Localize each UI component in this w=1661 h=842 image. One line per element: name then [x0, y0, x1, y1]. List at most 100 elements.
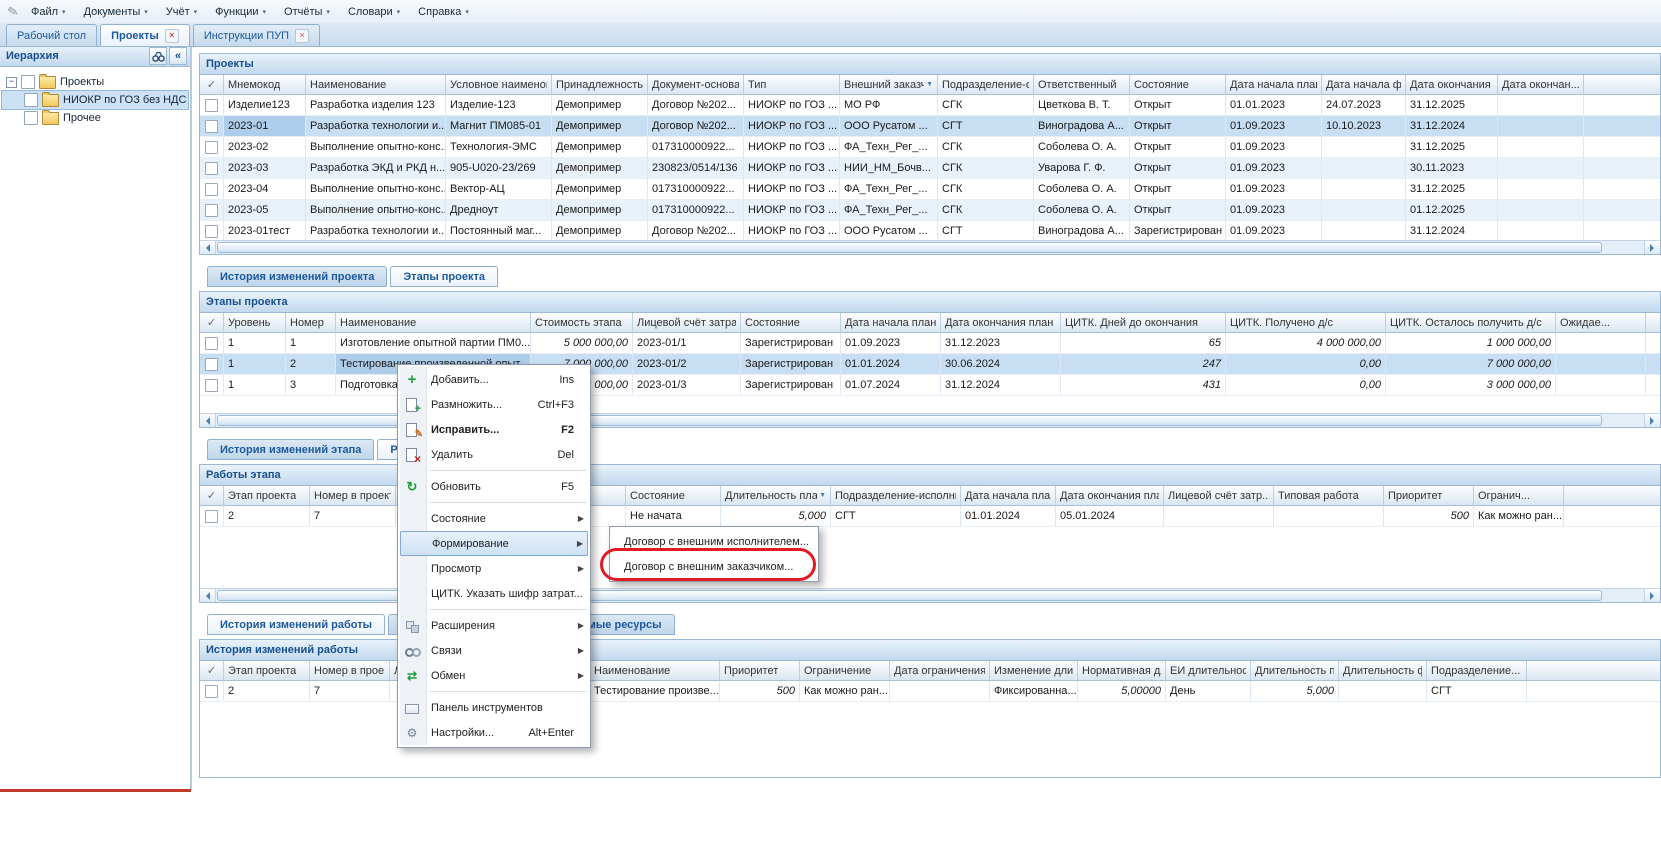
column-header-2[interactable]: Наименование — [336, 313, 531, 333]
window-tab-2[interactable]: Инструкции ПУП× — [193, 24, 320, 46]
column-header-5[interactable]: Состояние — [741, 313, 841, 333]
row-checkbox[interactable] — [205, 183, 218, 196]
column-header-7[interactable]: Подразделение-от... — [938, 75, 1034, 95]
column-header-4[interactable]: Документ-основан... — [648, 75, 744, 95]
section-tab-0[interactable]: История изменений проекта — [207, 266, 387, 287]
table-row[interactable]: 2023-01Разработка технологии и...Магнит … — [200, 116, 1660, 137]
column-header-9[interactable]: Состояние — [1130, 75, 1226, 95]
column-header-4[interactable]: Приоритет — [720, 661, 800, 681]
context-menu-item-12[interactable]: Расширения▶ — [400, 613, 588, 638]
scroll-track[interactable] — [216, 241, 1644, 254]
column-header-9[interactable]: ЦИТК. Получено д/с — [1226, 313, 1386, 333]
context-menu-item-2[interactable]: Исправить...F2 — [400, 417, 588, 442]
menubar-item-3[interactable]: Функции▾ — [206, 3, 275, 21]
row-checkbox[interactable] — [205, 685, 218, 698]
column-header-1[interactable]: Номер в проект... — [310, 486, 396, 506]
context-menu-item-8[interactable]: Формирование▶ — [400, 531, 588, 556]
column-header-6[interactable]: Дата ограничения — [890, 661, 990, 681]
context-menu-item-13[interactable]: Связи▶ — [400, 638, 588, 663]
row-checkbox[interactable] — [205, 162, 218, 175]
column-header-3[interactable]: Принадлежность — [552, 75, 648, 95]
column-header-0[interactable]: Этап проекта — [224, 486, 310, 506]
column-header-5[interactable]: Подразделение-исполнитель. — [831, 486, 961, 506]
table-row[interactable]: 2023-02Выполнение опытно-конс...Технолог… — [200, 137, 1660, 158]
column-header-12[interactable]: Подразделение... — [1427, 661, 1527, 681]
menubar-item-1[interactable]: Документы▾ — [75, 3, 157, 21]
column-header-10[interactable]: Длительность пла... — [1251, 661, 1339, 681]
row-checkbox[interactable] — [205, 379, 218, 392]
row-checkbox[interactable] — [205, 120, 218, 133]
section-tab-0[interactable]: История изменений работы — [207, 614, 385, 635]
column-header-1[interactable]: Наименование — [306, 75, 446, 95]
section-tab-0[interactable]: История изменений этапа — [207, 439, 374, 460]
column-header-1[interactable]: Номер — [286, 313, 336, 333]
context-menu-item-9[interactable]: Просмотр▶ — [400, 556, 588, 581]
column-header-0[interactable]: Мнемокод — [224, 75, 306, 95]
column-header-10[interactable]: Дата начала план. — [1226, 75, 1322, 95]
scroll-thumb[interactable] — [217, 242, 1602, 253]
context-menu-item-16[interactable]: Панель инструментов — [400, 695, 588, 720]
row-checkbox[interactable] — [205, 225, 218, 238]
submenu-item-1[interactable]: Договор с внешним заказчиком... — [612, 554, 816, 579]
collapse-panel-icon[interactable]: « — [169, 47, 187, 65]
column-header-7[interactable]: Изменение длите... — [990, 661, 1078, 681]
table-row[interactable]: 2023-05Выполнение опытно-конс...Дредноут… — [200, 200, 1660, 221]
column-header-11[interactable]: Огранич... — [1474, 486, 1564, 506]
tab-close-icon[interactable]: × — [295, 29, 309, 43]
context-menu-item-5[interactable]: ОбновитьF5 — [400, 474, 588, 499]
column-header-10[interactable]: Приоритет — [1384, 486, 1474, 506]
column-header-4[interactable]: Длительность план.▼ — [721, 486, 831, 506]
context-menu-item-17[interactable]: Настройки...Alt+Enter — [400, 720, 588, 745]
context-menu-item-14[interactable]: Обмен▶ — [400, 663, 588, 688]
column-header-8[interactable]: Лицевой счёт затр... — [1164, 486, 1274, 506]
row-checkbox[interactable] — [205, 510, 218, 523]
tree-item-projects-root[interactable]: − Проекты — [2, 73, 188, 91]
column-header-8[interactable]: Нормативная длит... — [1078, 661, 1166, 681]
column-header-13[interactable]: Дата окончан... — [1498, 75, 1584, 95]
scroll-right-icon[interactable] — [1644, 414, 1660, 427]
tree-search-icon[interactable] — [149, 47, 167, 65]
table-row[interactable]: Изделие123Разработка изделия 123Изделие-… — [200, 95, 1660, 116]
row-checkbox[interactable] — [205, 358, 218, 371]
row-checkbox[interactable] — [205, 204, 218, 217]
column-header-2[interactable]: Условное наименова... — [446, 75, 552, 95]
column-header-11[interactable]: Дата начала факт. — [1322, 75, 1406, 95]
menubar-item-6[interactable]: Справка▾ — [409, 3, 478, 21]
column-header-12[interactable]: Дата окончания пл... — [1406, 75, 1498, 95]
table-row[interactable]: 2023-04Выполнение опытно-конс...Вектор-А… — [200, 179, 1660, 200]
column-header-0[interactable]: Этап проекта — [224, 661, 310, 681]
context-menu-item-10[interactable]: ЦИТК. Указать шифр затрат... — [400, 581, 588, 606]
column-header-8[interactable]: Ответственный — [1034, 75, 1130, 95]
column-header-3[interactable]: Стоимость этапа — [531, 313, 633, 333]
tree-item-niokr-goz[interactable]: НИОКР по ГОЗ без НДС — [2, 91, 188, 109]
tree-expander-icon[interactable]: − — [6, 77, 17, 88]
projects-hscrollbar[interactable] — [200, 240, 1660, 254]
column-header-7[interactable]: Дата окончания план — [941, 313, 1061, 333]
filter-arrow-icon[interactable]: ▼ — [926, 81, 933, 88]
column-header-6[interactable]: Внешний заказчик▼ — [840, 75, 938, 95]
column-header-11[interactable]: Длительность фак... — [1339, 661, 1427, 681]
column-header-7[interactable]: Дата окончания план — [1056, 486, 1164, 506]
scroll-left-icon[interactable] — [200, 414, 216, 427]
row-checkbox[interactable] — [205, 99, 218, 112]
window-tab-0[interactable]: Рабочий стол — [6, 24, 97, 46]
column-header-5[interactable]: Ограничение — [800, 661, 890, 681]
context-menu-item-0[interactable]: Добавить...Ins — [400, 367, 588, 392]
column-header-4[interactable]: Лицевой счёт затрат — [633, 313, 741, 333]
tree-item-prochee[interactable]: Прочее — [2, 109, 188, 127]
context-menu-item-7[interactable]: Состояние▶ — [400, 506, 588, 531]
column-header-6[interactable]: Дата начала план. — [961, 486, 1056, 506]
table-row[interactable]: 11Изготовление опытной партии ПМ0...5 00… — [200, 333, 1660, 354]
menubar-item-0[interactable]: Файл▾ — [22, 3, 75, 21]
scroll-right-icon[interactable] — [1644, 241, 1660, 254]
table-row[interactable]: 2023-03Разработка ЭКД и РКД н...905-U020… — [200, 158, 1660, 179]
menubar-item-4[interactable]: Отчёты▾ — [275, 3, 339, 21]
column-header-6[interactable]: Дата начала план — [841, 313, 941, 333]
scroll-left-icon[interactable] — [200, 589, 216, 602]
tree-checkbox[interactable] — [24, 93, 38, 107]
tab-close-icon[interactable]: × — [165, 29, 179, 43]
column-header-0[interactable]: Уровень — [224, 313, 286, 333]
column-header-10[interactable]: ЦИТК. Осталось получить д/с — [1386, 313, 1556, 333]
table-row[interactable]: 2023-01тестРазработка технологии и...Пос… — [200, 221, 1660, 240]
menubar-item-2[interactable]: Учёт▾ — [157, 3, 206, 21]
